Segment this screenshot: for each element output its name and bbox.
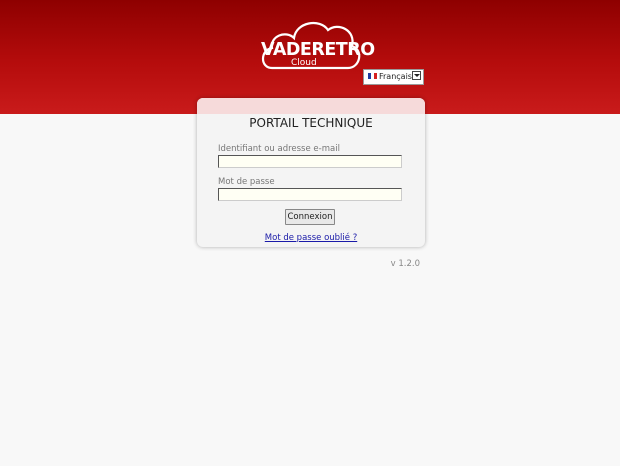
username-label: Identifiant ou adresse e-mail bbox=[218, 144, 340, 154]
language-label: Français bbox=[379, 72, 412, 81]
username-input[interactable] bbox=[218, 155, 402, 168]
login-button[interactable]: Connexion bbox=[285, 209, 335, 225]
france-flag-icon bbox=[368, 73, 377, 79]
vaderetro-logo: VADERETRO Cloud bbox=[258, 18, 375, 76]
chevron-down-icon[interactable] bbox=[412, 71, 421, 80]
logo-subtitle: Cloud bbox=[291, 58, 317, 68]
panel-top-band bbox=[197, 98, 425, 114]
logo-text: VADERETRO bbox=[261, 40, 375, 60]
password-input[interactable] bbox=[218, 188, 402, 201]
password-label: Mot de passe bbox=[218, 177, 275, 187]
page-title: PORTAIL TECHNIQUE bbox=[249, 116, 373, 130]
language-select[interactable]: Français bbox=[363, 69, 424, 85]
login-panel: PORTAIL TECHNIQUE Identifiant ou adresse… bbox=[197, 98, 425, 247]
header-banner: VADERETRO Cloud Français bbox=[0, 0, 620, 114]
version-label: v 1.2.0 bbox=[390, 259, 420, 269]
forgot-password-link[interactable]: Mot de passe oublié ? bbox=[197, 233, 425, 243]
